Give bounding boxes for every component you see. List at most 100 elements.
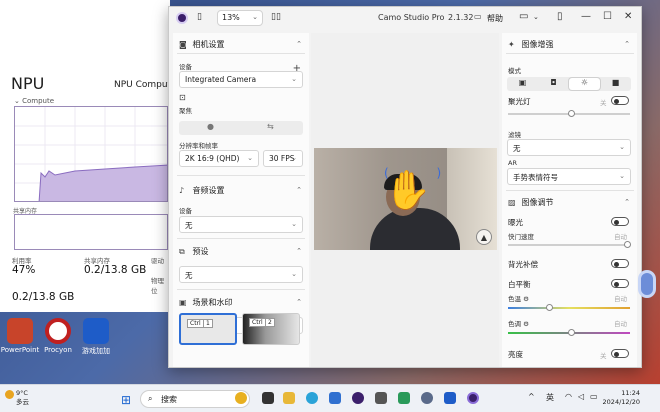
camera-preview[interactable]: ( ) ✋ ▲ (314, 148, 497, 250)
preset-icon: ⧉ (179, 247, 185, 256)
shutter-slider[interactable] (508, 241, 631, 248)
filter-label: 滤镜 (508, 131, 521, 139)
lock-icon[interactable]: ⊡ (179, 93, 186, 102)
zoom-select[interactable]: 13% ⌄ (217, 10, 263, 26)
chevron-up-icon[interactable]: ⌃ (296, 247, 302, 255)
chevron-up-icon[interactable]: ⌃ (624, 198, 630, 206)
resolution-label: 分辨率和帧率 (179, 142, 218, 150)
settings-icon: ⚙ (523, 295, 529, 303)
backlight-toggle[interactable] (611, 259, 629, 268)
taskbar: 9°C 多云 ⊞ ⌕ 搜索 ^ 英 ◠ ◁ ▭ 11:24 2024/12/20 (0, 384, 660, 412)
waving-hand-icon: ✋ (384, 168, 432, 212)
slider-knob[interactable] (624, 241, 631, 248)
weather-icon (5, 390, 14, 399)
camera-record-icon[interactable]: ▭ (519, 11, 528, 22)
chevron-up-icon[interactable]: ⌃ (296, 40, 302, 48)
fps-select[interactable]: 30 FPS ⌄ (263, 150, 303, 167)
camera-settings-header[interactable]: ◙ 相机设置 (179, 39, 225, 50)
chevron-up-icon[interactable]: ⌃ (624, 40, 630, 48)
task-view-icon[interactable] (262, 392, 274, 404)
scene-card-1[interactable]: Ctrl 1 (179, 313, 237, 345)
desktop-icon-procyon[interactable]: Procyon (38, 318, 78, 354)
edge-icon[interactable] (306, 392, 318, 404)
clock[interactable]: 11:24 2024/12/20 (600, 389, 640, 407)
presets-header[interactable]: ⧉ 预设 (179, 246, 209, 257)
store-icon[interactable] (329, 392, 341, 404)
search-highlight-icon[interactable] (235, 392, 247, 404)
mode-portrait-icon[interactable]: ▣ (507, 78, 538, 90)
tray-chevron-icon[interactable]: ^ (528, 392, 535, 401)
tint-label: 色调 ⚙ (508, 320, 529, 328)
ar-select[interactable]: 手势表情符号 ⌄ (507, 168, 631, 185)
camo-active-icon[interactable] (467, 392, 479, 404)
slider-knob[interactable] (568, 329, 575, 336)
app-icon[interactable] (398, 392, 410, 404)
spotlight-toggle[interactable] (611, 96, 629, 105)
camera-device-select[interactable]: Integrated Camera ⌄ (179, 71, 303, 88)
settings-icon[interactable] (421, 392, 433, 404)
weather-widget[interactable]: 9°C 多云 (5, 389, 29, 407)
start-button[interactable]: ⊞ (121, 393, 131, 407)
help-icon[interactable]: ▭ (474, 12, 482, 21)
exposure-toggle[interactable] (611, 217, 629, 226)
minimize-button[interactable]: — (581, 11, 591, 22)
driver-label: 驱动 (151, 257, 164, 265)
filter-select[interactable]: 无 ⌄ (507, 139, 631, 156)
exposure-label: 曝光 (508, 218, 523, 227)
desktop-icon-powerpoint[interactable]: PowerPoint (0, 318, 40, 354)
utilization-value: 47% (12, 264, 36, 276)
resolution-select[interactable]: 2K 16:9 (QHD) ⌄ (179, 150, 259, 167)
shutter-label: 快门速度 (508, 233, 534, 241)
brightness-label: 亮度 (508, 350, 523, 359)
brightness-toggle[interactable] (611, 349, 629, 358)
chevron-down-icon: ⌄ (247, 154, 253, 162)
scenes-header[interactable]: ▣ 场景和水印 (179, 297, 233, 308)
audio-device-label: 设备 (179, 207, 192, 215)
wifi-icon[interactable]: ◠ (565, 392, 572, 401)
spotlight-slider[interactable] (508, 110, 630, 117)
battery-icon[interactable]: ▭ (590, 392, 598, 401)
chevron-down-icon: ⌄ (291, 75, 297, 83)
focus-segment[interactable]: ● ⇆ (179, 121, 303, 135)
ime-indicator[interactable]: 英 (546, 392, 554, 403)
compute-graph-svg (15, 107, 167, 201)
image-enhance-header[interactable]: ✦ 图像增强 (508, 39, 554, 50)
chevron-down-icon: ⌄ (291, 270, 297, 278)
scene-card-2[interactable]: Ctrl 2 (242, 313, 300, 345)
spotlight-state: 关 (600, 99, 607, 107)
maximize-button[interactable]: ☐ (603, 11, 612, 22)
panel-icon[interactable]: ▯ (557, 11, 563, 22)
game-plus-icon[interactable] (444, 392, 456, 404)
white-balance-toggle[interactable] (611, 279, 629, 288)
desktop-icon-game[interactable]: 游戏加加 (76, 318, 116, 356)
audio-settings-header[interactable]: ♪ 音频设置 (179, 185, 225, 196)
camo-taskbar-icon[interactable] (352, 392, 364, 404)
app-icon[interactable] (375, 392, 387, 404)
close-button[interactable]: ✕ (624, 11, 632, 22)
slider-knob[interactable] (546, 304, 553, 311)
file-explorer-icon[interactable] (283, 392, 295, 404)
tint-slider[interactable] (508, 329, 630, 336)
spotlight-label: 聚光灯 (508, 97, 531, 106)
chevron-up-icon[interactable]: ⌃ (296, 298, 302, 306)
search-box[interactable]: ⌕ 搜索 (140, 390, 250, 408)
camera-icon: ◙ (179, 40, 187, 49)
split-view-icon[interactable]: ▯▯ (271, 12, 281, 22)
image-adjust-header[interactable]: ▨ 图像调节 (508, 197, 554, 208)
floating-widget[interactable] (638, 270, 656, 298)
volume-icon[interactable]: ◁ (578, 392, 584, 401)
chevron-down-icon[interactable]: ⌄ (533, 13, 539, 21)
mode-dark-icon[interactable]: ■ (600, 78, 631, 90)
sidebar-toggle-icon[interactable]: ▯ (197, 12, 202, 22)
mode-person-icon[interactable]: ◘ (538, 78, 569, 90)
temp-slider[interactable] (508, 304, 630, 311)
audio-device-select[interactable]: 无 ⌄ (179, 216, 303, 233)
brightness-state: 关 (600, 352, 607, 360)
chevron-up-icon[interactable]: ⌃ (296, 186, 302, 194)
mode-spotlight-icon[interactable]: ☼ (569, 78, 600, 90)
presets-select[interactable]: 无 ⌄ (179, 266, 303, 283)
divider (177, 53, 305, 54)
help-button[interactable]: 帮助 (487, 13, 503, 24)
shutter-auto: 自动 (614, 233, 627, 241)
slider-knob[interactable] (568, 110, 575, 117)
